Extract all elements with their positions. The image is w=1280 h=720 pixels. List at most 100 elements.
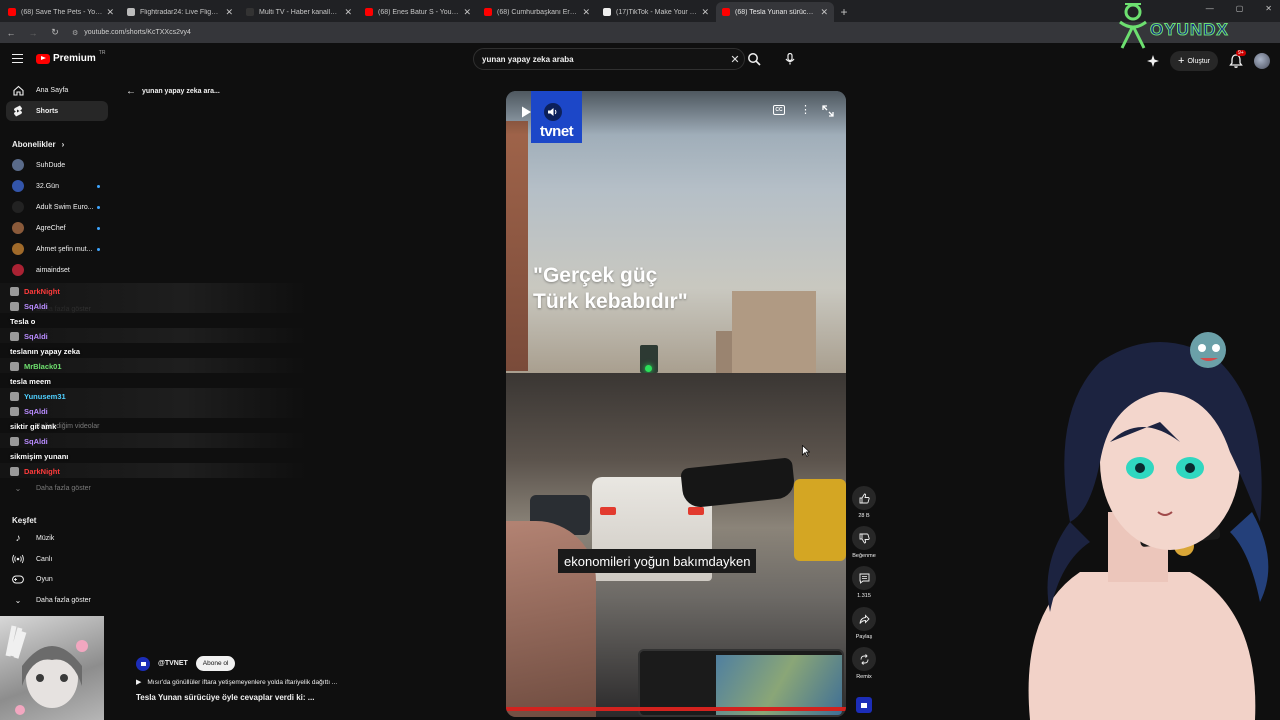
chat-username: SqAldi <box>24 436 48 446</box>
new-tab-button[interactable]: + <box>835 2 853 22</box>
traffic-light <box>640 345 658 373</box>
sidebar-channel[interactable]: SuhDude <box>6 155 108 175</box>
video-car-yellow <box>794 479 846 561</box>
tab-close-icon[interactable]: ✕ <box>106 7 114 18</box>
clear-search-icon[interactable]: ✕ <box>726 53 744 66</box>
channel-avatar <box>12 180 24 192</box>
remix-icon <box>860 653 868 665</box>
notifications-button[interactable]: 9+ <box>1228 50 1246 69</box>
sidebar-channel[interactable]: 32.Gün <box>6 176 108 196</box>
chat-message: Yunusem31 <box>10 389 68 403</box>
menu-icon[interactable] <box>12 54 23 63</box>
sidebar-channel[interactable]: AgreChef <box>6 218 108 238</box>
subscriptions-header[interactable]: Abonelikler › <box>12 140 64 149</box>
sidebar-item-label: Canlı <box>36 555 53 563</box>
shorts-video-player[interactable]: tvnet CC ⋮ "Gerçek güç Türk kebabıdır" e… <box>506 91 846 717</box>
chat-text: tesla meem <box>10 376 51 386</box>
tab-close-icon[interactable]: ✕ <box>344 7 352 18</box>
new-content-dot <box>97 247 100 251</box>
comments-button[interactable] <box>852 566 876 590</box>
chat-text: Tesla o <box>10 316 36 326</box>
subscribe-button[interactable]: Abone ol <box>195 656 236 671</box>
sidebar-item-label: Müzik <box>36 534 55 542</box>
site-info-icon[interactable]: ⚙ <box>72 29 78 37</box>
channel-avatar[interactable] <box>136 656 150 671</box>
vtuber-avatar <box>990 322 1280 720</box>
video-title[interactable]: Tesla Yunan sürücüye öyle cevaplar verdi… <box>136 693 466 702</box>
browser-tab[interactable]: Flightradar24: Live Flight Tracke ✕ <box>121 2 239 22</box>
dislike-button[interactable] <box>852 526 876 550</box>
share-button[interactable] <box>852 607 876 631</box>
sidebar-show-more-explore[interactable]: ⌄ Daha fazla göster <box>6 590 108 610</box>
fullscreen-icon[interactable] <box>821 104 835 118</box>
captions-icon[interactable]: CC <box>773 105 785 115</box>
short-meta: @TVNET Abone ol ▶ Mısır'da gönüllüler if… <box>136 656 466 702</box>
create-button[interactable]: + Oluştur <box>1170 51 1218 71</box>
video-quote-overlay: "Gerçek güç Türk kebabıdır" <box>533 264 688 313</box>
channel-name: AgreChef <box>36 224 66 232</box>
like-button[interactable] <box>852 486 876 510</box>
search-input[interactable] <box>482 54 726 64</box>
chat-username: SqAldi <box>24 331 48 341</box>
url-text: youtube.com/shorts/KcTXXcs2vy4 <box>84 29 191 36</box>
sidebar-channel[interactable]: aimaindset <box>6 260 108 280</box>
sidebar-item-gaming[interactable]: Oyun <box>6 569 108 589</box>
sidebar-item-label: Shorts <box>36 107 59 115</box>
thumbs-down-icon <box>859 533 870 543</box>
browser-tab[interactable]: (17)TikTok - Make Your Day ✕ <box>597 2 715 22</box>
tab-close-icon[interactable]: ✕ <box>463 7 471 18</box>
plus-icon: + <box>1178 55 1185 67</box>
video-building-left <box>506 121 528 371</box>
sidebar-item-music[interactable]: ♪ Müzik <box>6 528 108 548</box>
channel-handle[interactable]: @TVNET <box>158 660 188 667</box>
chat-username: MrBlack01 <box>24 361 62 371</box>
browser-tab[interactable]: (68) Tesla Yunan sürücüye ö ✕ <box>716 2 834 22</box>
chat-badge-icon <box>10 331 19 341</box>
back-nav-icon[interactable]: ← <box>6 28 16 38</box>
live-broadcast-icon <box>12 553 24 565</box>
url-field[interactable]: ⚙ youtube.com/shorts/KcTXXcs2vy4 <box>72 29 191 37</box>
chat-username: DarkNight <box>24 286 60 296</box>
back-arrow-icon[interactable]: ← <box>126 86 136 97</box>
related-video-title: Mısır'da gönüllüler iftara yetişemeyenle… <box>147 678 338 686</box>
microphone-icon[interactable] <box>781 50 799 68</box>
sparkle-gear-icon[interactable] <box>1146 54 1160 68</box>
tab-label: (68) Tesla Yunan sürücüye ö <box>735 8 817 16</box>
logo-text: Premium <box>53 53 96 64</box>
more-options-icon[interactable]: ⋮ <box>800 103 811 119</box>
dislike-action: Beğenme <box>850 526 878 559</box>
reload-icon[interactable]: ↻ <box>50 27 60 38</box>
tab-close-icon[interactable]: ✕ <box>701 7 709 18</box>
chat-text: siktir git amk <box>10 421 57 431</box>
channel-row: @TVNET Abone ol <box>136 656 466 671</box>
browser-tab[interactable]: Multi TV - Haber kanallarını ay ✕ <box>240 2 358 22</box>
tab-close-icon[interactable]: ✕ <box>820 7 828 18</box>
play-icon[interactable] <box>518 104 534 120</box>
forward-nav-icon[interactable]: → <box>28 28 38 38</box>
chat-username: SqAldi <box>24 301 48 311</box>
volume-icon[interactable] <box>544 103 562 121</box>
browser-tab[interactable]: (68) Enes Batur S - YouTube ✕ <box>359 2 477 22</box>
sidebar-item-live[interactable]: Canlı <box>6 549 108 569</box>
search-box: ✕ <box>473 48 745 70</box>
channel-avatar <box>12 264 24 276</box>
sidebar-item-shorts[interactable]: Shorts <box>6 101 108 121</box>
sidebar-item-home[interactable]: Ana Sayfa <box>6 80 108 100</box>
chat-message-text-row: tesla meem <box>10 374 51 388</box>
sidebar-channel[interactable]: Adult Swim Euro... <box>6 197 108 217</box>
video-subtitle: ekonomileri yoğun bakımdayken <box>558 549 757 573</box>
browser-tab[interactable]: (68) Save The Pets - YouTube ✕ <box>2 2 120 22</box>
audio-source-thumbnail[interactable] <box>856 697 872 713</box>
browser-tab[interactable]: (68) Cumhurbaşkanı Erdoğan C ✕ <box>478 2 596 22</box>
remix-button[interactable] <box>852 647 876 671</box>
video-progress-bar[interactable] <box>506 707 846 711</box>
search-icon[interactable] <box>747 52 761 66</box>
sidebar-channel[interactable]: Ahmet şefin mut... <box>6 239 108 259</box>
tab-close-icon[interactable]: ✕ <box>225 7 233 18</box>
related-video-link[interactable]: ▶ Mısır'da gönüllüler iftara yetişemeyen… <box>136 678 466 687</box>
search-back-header[interactable]: ← yunan yapay zeka ara... <box>126 86 220 97</box>
account-avatar[interactable] <box>1254 53 1270 69</box>
tab-close-icon[interactable]: ✕ <box>582 7 590 18</box>
youtube-logo[interactable]: Premium TR <box>36 50 105 64</box>
tab-favicon-icon <box>8 8 16 16</box>
